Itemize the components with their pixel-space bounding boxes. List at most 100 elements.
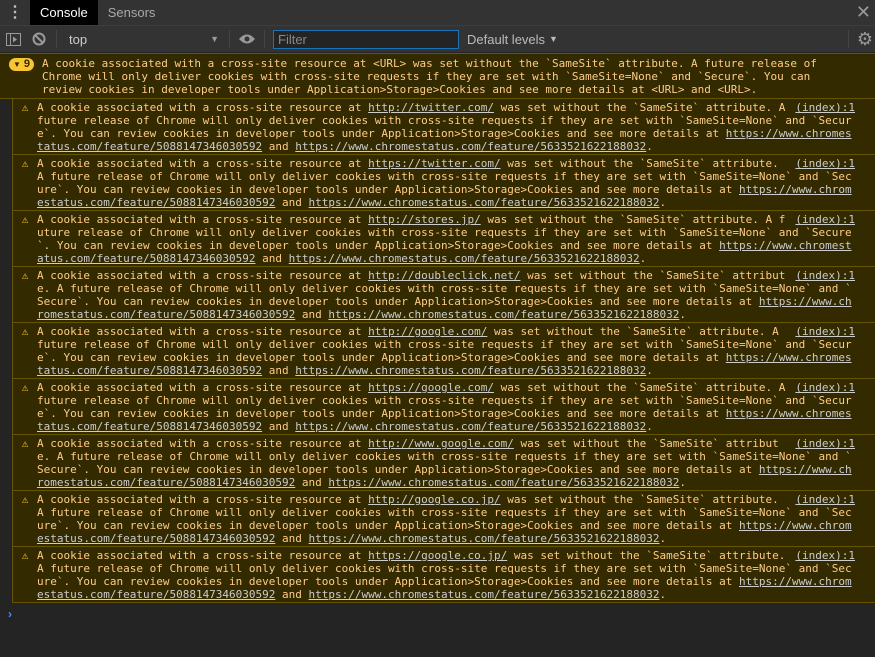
message-and: and [295, 308, 329, 321]
sidebar-toggle-icon[interactable] [0, 32, 26, 46]
resource-url-link[interactable]: http://doubleclick.net/ [368, 269, 520, 282]
message-prefix: A cookie associated with a cross-site re… [37, 437, 369, 450]
message-and: and [262, 420, 296, 433]
chromestatus-link-2[interactable]: https://www.chromestatus.com/feature/563… [328, 476, 679, 489]
message-suffix: . [679, 308, 687, 321]
message-text: (index):1 A cookie associated with a cro… [37, 325, 857, 377]
message-and: and [262, 364, 296, 377]
chromestatus-link-2[interactable]: https://www.chromestatus.com/feature/563… [309, 588, 660, 601]
dropdown-arrow-icon: ▼ [549, 34, 558, 44]
resource-url-link[interactable]: https://google.co.jp/ [368, 549, 507, 562]
chromestatus-link-2[interactable]: https://www.chromestatus.com/feature/563… [309, 532, 660, 545]
message-prefix: A cookie associated with a cross-site re… [37, 493, 369, 506]
console-message: ⚠ (index):1 A cookie associated with a c… [12, 435, 875, 491]
warning-icon: ⚠ [21, 381, 29, 394]
console-message: ⚠ (index):1 A cookie associated with a c… [12, 379, 875, 435]
more-menu-icon[interactable]: ⋮ [0, 0, 30, 25]
warning-icon: ⚠ [21, 213, 29, 226]
warning-icon: ⚠ [21, 101, 29, 114]
message-prefix: A cookie associated with a cross-site re… [37, 325, 369, 338]
warning-icon: ⚠ [21, 437, 29, 450]
toolbar-divider [229, 30, 230, 48]
chromestatus-link-2[interactable]: https://www.chromestatus.com/feature/563… [295, 140, 646, 153]
chromestatus-link-2[interactable]: https://www.chromestatus.com/feature/563… [289, 252, 640, 265]
message-suffix: . [659, 588, 667, 601]
collapse-triangle-icon: ▼ [13, 60, 21, 69]
message-text: (index):1 A cookie associated with a cro… [37, 381, 857, 433]
toolbar-divider [264, 30, 265, 48]
message-prefix: A cookie associated with a cross-site re… [37, 157, 369, 170]
message-suffix: . [659, 532, 667, 545]
resource-url-link[interactable]: https://google.com/ [368, 381, 494, 394]
gear-icon[interactable]: ⚙ [857, 29, 873, 50]
console-message: ⚠ (index):1 A cookie associated with a c… [12, 547, 875, 603]
warning-icon: ⚠ [21, 269, 29, 282]
chromestatus-link-2[interactable]: https://www.chromestatus.com/feature/563… [295, 420, 646, 433]
log-levels-label: Default levels [467, 31, 546, 47]
resource-url-link[interactable]: http://twitter.com/ [368, 101, 494, 114]
message-text: (index):1 A cookie associated with a cro… [37, 101, 857, 153]
message-and: and [275, 588, 309, 601]
message-prefix: A cookie associated with a cross-site re… [37, 269, 369, 282]
message-text: (index):1 A cookie associated with a cro… [37, 549, 857, 601]
resource-url-link[interactable]: http://www.google.com/ [368, 437, 514, 450]
message-suffix: . [659, 196, 667, 209]
message-and: and [255, 252, 289, 265]
log-levels-dropdown[interactable]: Default levels ▼ [467, 32, 558, 47]
warning-count-badge[interactable]: ▼ 9 [9, 58, 35, 71]
dropdown-arrow-icon: ▼ [210, 34, 219, 44]
context-label: top [69, 31, 88, 47]
close-icon[interactable]: ✕ [856, 3, 871, 21]
console-message: ⚠ (index):1 A cookie associated with a c… [12, 267, 875, 323]
source-link[interactable]: (index):1 [795, 381, 855, 394]
console-message: ⚠ (index):1 A cookie associated with a c… [12, 323, 875, 379]
warning-icon: ⚠ [21, 549, 29, 562]
resource-url-link[interactable]: http://google.co.jp/ [368, 493, 500, 506]
source-link[interactable]: (index):1 [795, 157, 855, 170]
message-suffix: . [679, 476, 687, 489]
message-suffix: . [639, 252, 647, 265]
warning-icon: ⚠ [21, 325, 29, 338]
group-message-text: A cookie associated with a cross-site re… [42, 57, 824, 96]
message-text: (index):1 A cookie associated with a cro… [37, 493, 857, 545]
message-suffix: . [646, 140, 653, 153]
console-prompt[interactable]: › [0, 603, 875, 625]
message-text: (index):1 A cookie associated with a cro… [37, 269, 857, 321]
panel-tabbar: ⋮ Console Sensors ✕ [0, 0, 875, 26]
message-list: ⚠ (index):1 A cookie associated with a c… [0, 99, 875, 603]
source-link[interactable]: (index):1 [795, 101, 855, 114]
console-toolbar: top ▼ Default levels ▼ ⚙ [0, 26, 875, 53]
clear-console-icon[interactable] [26, 32, 52, 46]
tab-console[interactable]: Console [30, 0, 98, 25]
chromestatus-link-2[interactable]: https://www.chromestatus.com/feature/563… [295, 364, 646, 377]
source-link[interactable]: (index):1 [795, 213, 855, 226]
toolbar-divider [848, 30, 849, 48]
warning-group-header[interactable]: ▼ 9 A cookie associated with a cross-sit… [0, 53, 875, 99]
source-link[interactable]: (index):1 [795, 549, 855, 562]
source-link[interactable]: (index):1 [795, 325, 855, 338]
tab-sensors[interactable]: Sensors [98, 0, 166, 25]
filter-input[interactable] [273, 29, 459, 49]
message-text: (index):1 A cookie associated with a cro… [37, 213, 857, 265]
message-suffix: . [646, 420, 653, 433]
warning-icon: ⚠ [21, 493, 29, 506]
source-link[interactable]: (index):1 [795, 437, 855, 450]
resource-url-link[interactable]: http://google.com/ [368, 325, 487, 338]
resource-url-link[interactable]: http://stores.jp/ [368, 213, 481, 226]
chromestatus-link-2[interactable]: https://www.chromestatus.com/feature/563… [328, 308, 679, 321]
context-selector[interactable]: top ▼ [61, 32, 225, 47]
message-suffix: . [646, 364, 653, 377]
message-prefix: A cookie associated with a cross-site re… [37, 381, 369, 394]
warning-icon: ⚠ [21, 157, 29, 170]
message-prefix: A cookie associated with a cross-site re… [37, 101, 369, 114]
source-link[interactable]: (index):1 [795, 269, 855, 282]
message-text: (index):1 A cookie associated with a cro… [37, 437, 857, 489]
message-and: and [262, 140, 296, 153]
toolbar-divider [56, 30, 57, 48]
console-message: ⚠ (index):1 A cookie associated with a c… [12, 155, 875, 211]
source-link[interactable]: (index):1 [795, 493, 855, 506]
console-messages: ▼ 9 A cookie associated with a cross-sit… [0, 53, 875, 625]
live-expression-eye-icon[interactable] [234, 34, 260, 44]
resource-url-link[interactable]: https://twitter.com/ [368, 157, 500, 170]
chromestatus-link-2[interactable]: https://www.chromestatus.com/feature/563… [309, 196, 660, 209]
